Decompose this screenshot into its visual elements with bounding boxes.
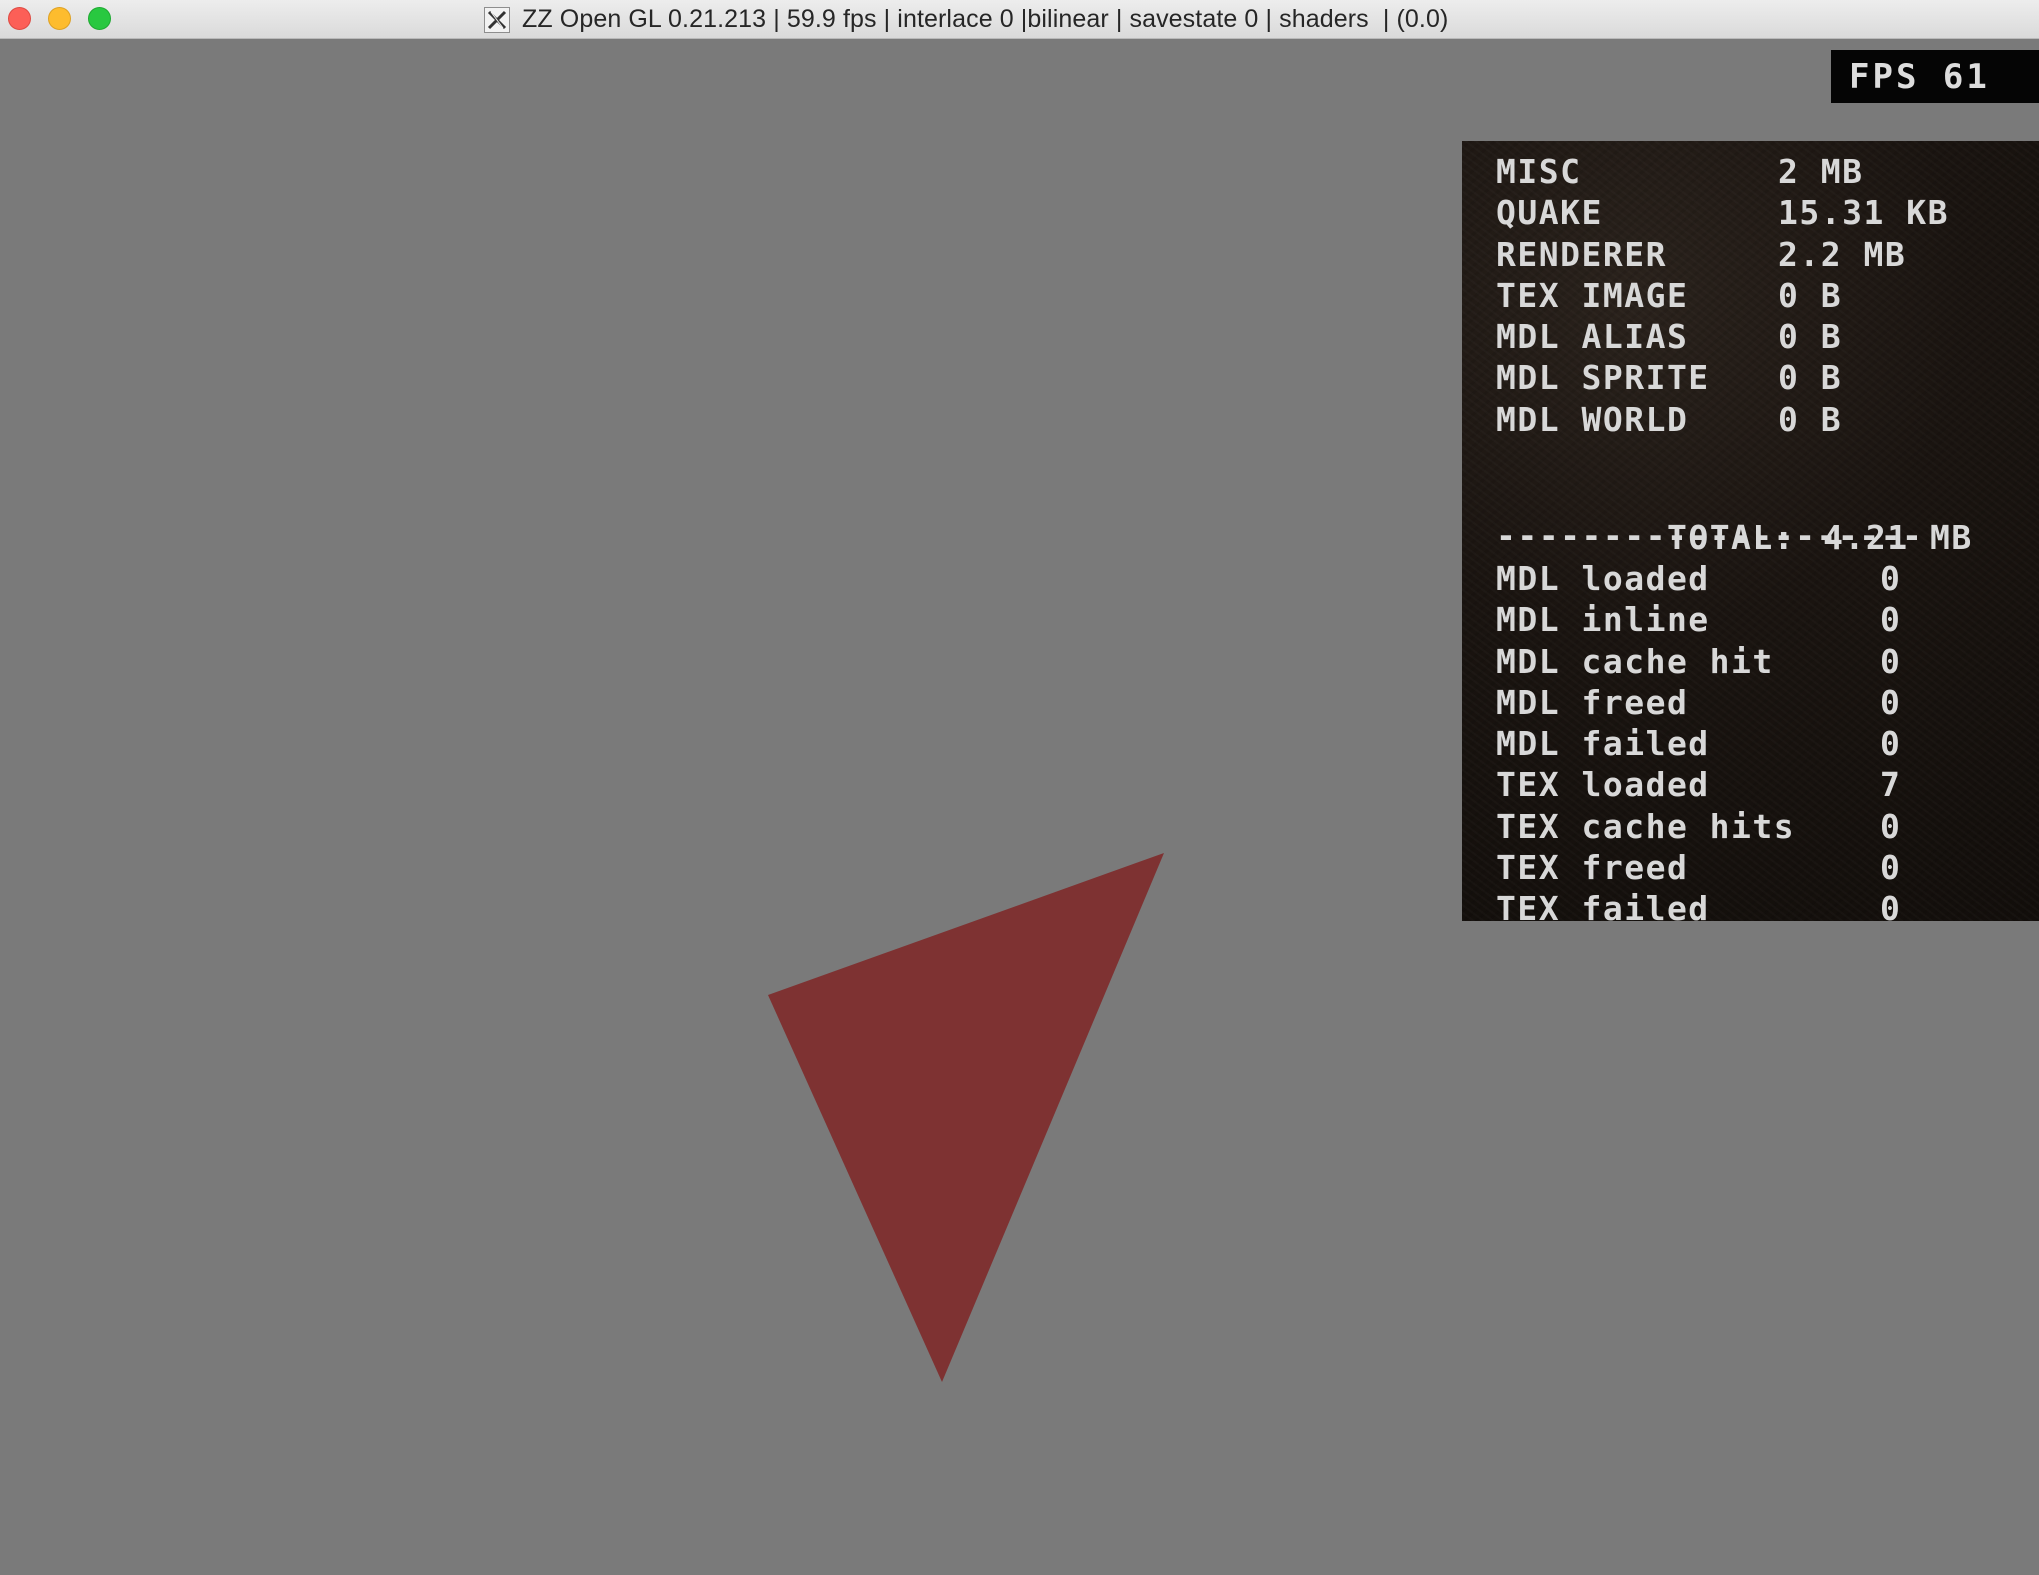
count-stat-value: 0 [1880,600,1902,640]
red-triangle-shape [768,853,1164,1382]
count-stat-label: MDL inline [1496,600,1710,640]
count-stat-label: MDL cache hit [1496,641,1774,681]
count-stat-value: 0 [1880,724,1902,764]
minimize-button[interactable] [48,7,71,30]
memory-stat-value: 15.31 KB [1778,193,1949,233]
fps-counter: FPS 61 [1831,50,2039,103]
stats-divider: -------------------- [1496,516,1924,555]
total-memory-row: TOTAL: 4.21 MB [1496,476,1973,557]
memory-stat-value: 0 B [1778,317,1843,357]
count-stat-value: 7 [1880,765,1902,805]
gl-viewport[interactable]: FPS 61 MISC 2 MB QUAKE 15.31 KB RENDERER 2.2 … [0,39,2039,1575]
title-bar[interactable]: ZZ Open GL 0.21.213 | 59.9 fps | interla… [0,0,2039,39]
memory-stats-panel: MISC 2 MB QUAKE 15.31 KB RENDERER 2.2 MB TEX I… [1462,141,2039,928]
memory-stat-value: 2.2 MB [1778,234,1907,274]
memory-stat-label: TEX IMAGE [1496,275,1689,315]
memory-stat-label: MDL SPRITE [1496,358,1710,398]
count-stat-label: MDL freed [1496,682,1689,722]
title-group: ZZ Open GL 0.21.213 | 59.9 fps | interla… [484,4,1448,35]
count-stat-value: 0 [1880,641,1902,681]
memory-stat-label: MDL ALIAS [1496,317,1689,357]
zoom-button[interactable] [88,7,111,30]
count-stat-value: 0 [1880,682,1902,722]
count-stat-label: TEX failed [1496,889,1710,929]
memory-stat-label: RENDERER [1496,234,1667,274]
app-window: ZZ Open GL 0.21.213 | 59.9 fps | interla… [0,0,2039,1575]
memory-stat-label: MISC [1496,152,1582,191]
count-stat-value: 0 [1880,806,1902,846]
memory-stat-value: 0 B [1778,399,1843,439]
memory-stat-value: 2 MB [1778,152,1864,191]
memory-stat-label: MDL WORLD [1496,399,1689,439]
count-stat-label: TEX cache hits [1496,806,1796,846]
count-stat-label: MDL loaded [1496,559,1710,598]
memory-stat-label: QUAKE [1496,193,1603,233]
fps-counter-text: FPS 61 [1849,56,1990,97]
count-stat-label: TEX freed [1496,848,1689,888]
count-stat-label: MDL failed [1496,724,1710,764]
count-stat-value: 0 [1880,889,1902,929]
count-stat-value: 0 [1880,559,1902,598]
close-button[interactable] [8,7,31,30]
count-stat-label: TEX loaded [1496,765,1710,805]
count-stat-value: 0 [1880,848,1902,888]
window-title: ZZ Open GL 0.21.213 | 59.9 fps | interla… [522,5,1449,33]
x11-icon [484,6,510,33]
memory-stat-value: 0 B [1778,358,1843,398]
memory-stat-value: 0 B [1778,275,1843,315]
